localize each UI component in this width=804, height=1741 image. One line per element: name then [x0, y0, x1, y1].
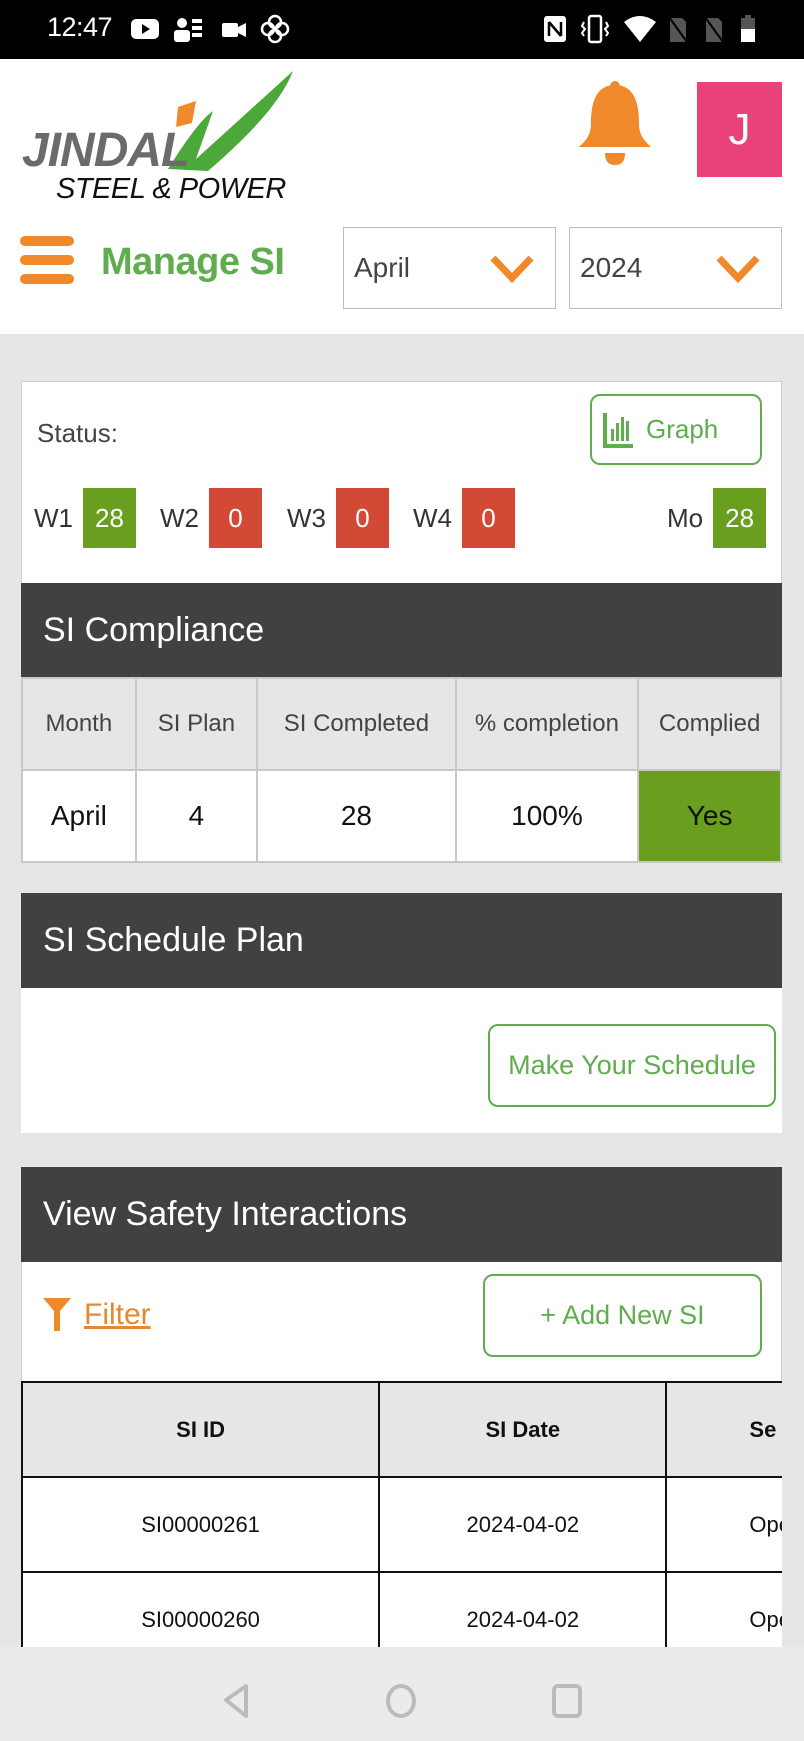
month-cell: April	[21, 769, 137, 863]
vibrate-icon	[580, 14, 610, 44]
schedule-body: Make Your Schedule	[21, 988, 782, 1133]
column-header: SI Completed	[256, 677, 457, 771]
youtube-icon	[131, 19, 159, 39]
back-icon[interactable]	[222, 1683, 252, 1719]
bar-chart-icon	[603, 412, 633, 448]
compliance-row: April 4 28 100% Yes	[21, 769, 782, 863]
make-schedule-button[interactable]: Make Your Schedule	[488, 1024, 776, 1107]
week-label: W1	[34, 502, 73, 533]
week-status-w2: W2 0	[160, 488, 262, 548]
month-label: Mo	[667, 502, 704, 533]
year-select-value: 2024	[580, 252, 643, 283]
filter-label: Filter	[84, 1298, 151, 1331]
week-count-badge: 28	[83, 488, 136, 548]
no-sim-icon	[704, 16, 724, 43]
page-title: Manage SI	[101, 241, 285, 283]
compliance-header-row: Month SI Plan SI Completed % completion …	[21, 677, 782, 771]
week-label: W3	[287, 502, 326, 533]
status-label: Status:	[37, 418, 118, 448]
column-header-si-id[interactable]: SI ID	[21, 1381, 381, 1478]
recents-icon[interactable]	[551, 1683, 583, 1719]
week-label: W4	[413, 502, 452, 533]
si-date-cell: 2024-04-02	[378, 1476, 668, 1573]
chevron-down-icon	[490, 255, 534, 284]
user-avatar[interactable]: J	[697, 82, 782, 177]
si-plan-cell: 4	[134, 769, 259, 863]
month-select-value: April	[354, 252, 411, 283]
complied-cell: Yes	[637, 769, 782, 863]
hamburger-icon[interactable]	[20, 236, 74, 286]
week-count-badge: 0	[462, 488, 515, 548]
si-table-scroll[interactable]: SI ID SI Date Se SI00000261 2024-04-02 O…	[21, 1381, 782, 1647]
nfc-icon	[544, 16, 566, 42]
si-schedule-header: SI Schedule Plan	[21, 893, 782, 988]
week-status-w3: W3 0	[287, 488, 389, 548]
si-completed-cell: 28	[256, 769, 457, 863]
pinwheel-icon	[260, 14, 290, 44]
si-table: SI ID SI Date Se SI00000261 2024-04-02 O…	[21, 1381, 782, 1647]
status-cell: Ope	[665, 1571, 782, 1647]
wifi-icon	[624, 16, 656, 42]
column-header: Month	[21, 677, 137, 771]
week-count-badge: 0	[336, 488, 389, 548]
month-count-badge: 28	[713, 488, 767, 548]
status-bar: 12:47	[0, 0, 804, 59]
compliance-table: Month SI Plan SI Completed % completion …	[21, 677, 782, 863]
add-new-si-button[interactable]: + Add New SI	[483, 1274, 762, 1357]
week-status-w4: W4 0	[413, 488, 515, 548]
battery-icon	[741, 15, 755, 42]
week-label: W2	[160, 502, 199, 533]
si-id-cell: SI00000261	[21, 1476, 381, 1573]
si-table-header-row: SI ID SI Date Se	[21, 1381, 782, 1478]
filter-funnel-icon	[43, 1298, 71, 1331]
status-card: Status: Graph W1 28 W2 0 W3 0 W4 0 Mo 28	[21, 381, 782, 584]
table-row[interactable]: SI00000261 2024-04-02 Ope	[21, 1476, 782, 1573]
chevron-down-icon	[716, 255, 760, 284]
logo-text: JINDAL	[22, 124, 190, 177]
app-header: JINDAL STEEL & POWER J Manage SI April 2…	[0, 59, 804, 334]
table-row[interactable]: SI00000260 2024-04-02 Ope	[21, 1571, 782, 1647]
month-status: Mo 28	[667, 488, 767, 548]
jindal-logo: JINDAL STEEL & POWER	[18, 71, 298, 205]
filter-link[interactable]: Filter	[42, 1297, 151, 1333]
no-sim-icon	[668, 16, 688, 43]
column-header: SI Plan	[134, 677, 259, 771]
column-header: Complied	[637, 677, 782, 771]
week-status-w1: W1 28	[34, 488, 136, 548]
safety-interactions-toolbar: Filter + Add New SI	[21, 1262, 782, 1382]
bell-icon[interactable]	[575, 79, 655, 169]
home-icon[interactable]	[384, 1683, 418, 1719]
week-count-badge: 0	[209, 488, 262, 548]
graph-button[interactable]: Graph	[590, 394, 762, 465]
video-camera-icon	[222, 23, 246, 37]
graph-button-label: Graph	[646, 414, 719, 444]
si-date-cell: 2024-04-02	[378, 1571, 668, 1647]
completion-percent-cell: 100%	[454, 769, 640, 863]
clock: 12:47	[47, 12, 113, 42]
contacts-app-icon	[174, 18, 202, 42]
column-header-truncated[interactable]: Se	[665, 1381, 782, 1478]
column-header-si-date[interactable]: SI Date	[378, 1381, 668, 1478]
month-select[interactable]: April	[343, 227, 556, 309]
year-select[interactable]: 2024	[569, 227, 782, 309]
safety-interactions-header: View Safety Interactions	[21, 1167, 782, 1262]
si-compliance-header: SI Compliance	[21, 583, 782, 678]
si-id-cell: SI00000260	[21, 1571, 381, 1647]
logo-subtext: STEEL & POWER	[56, 173, 286, 205]
status-cell: Ope	[665, 1476, 782, 1573]
column-header: % completion	[454, 677, 640, 771]
system-nav-bar	[0, 1647, 804, 1741]
